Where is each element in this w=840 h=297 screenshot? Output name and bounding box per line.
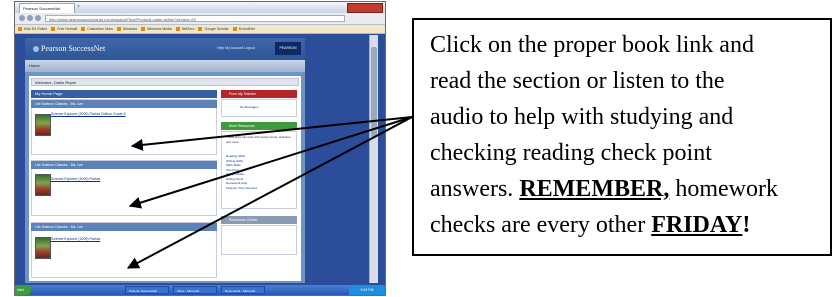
page-scrollbar[interactable] (369, 35, 378, 283)
resources-title: More Resources (221, 122, 297, 130)
taskbar-item[interactable]: Pearson SuccessNet (125, 286, 169, 294)
main-panel: My Home Page Life Science Classes - Ms. … (31, 90, 217, 280)
callout-line: checking reading check point (430, 140, 712, 166)
system-tray-clock: 9:42 PM (349, 285, 385, 295)
bookmark[interactable]: Windows Media (141, 25, 172, 33)
header-links[interactable]: Help My Account Logout (217, 46, 255, 50)
class-title: Life Science Classes - Ms. Lee (31, 161, 217, 169)
menu-home-link[interactable]: Home (29, 63, 40, 68)
instruction-callout: Click on the proper book link and read t… (412, 18, 832, 256)
resource-link[interactable]: Pearson Tutor Services (226, 186, 257, 191)
class-title: Life Science Classes - Ms. Lee (31, 100, 217, 108)
close-tab-icon[interactable]: × (77, 4, 83, 10)
main-panel-title: My Home Page (31, 90, 217, 98)
bookmark[interactable]: Customize Links (81, 25, 113, 33)
friday-emphasis: FRIDAY (651, 212, 743, 238)
forward-icon[interactable] (27, 15, 33, 21)
browser-tab[interactable]: Pearson SuccessNet (19, 3, 75, 13)
successnet-page: Pearson SuccessNet Help My Account Logou… (25, 38, 305, 283)
research-box (221, 225, 297, 255)
back-icon[interactable] (19, 15, 25, 21)
callout-line: Click on the proper book link and (430, 32, 754, 58)
address-bar: http://www.pearsonsuccessnet.com/snpapp/… (15, 13, 385, 25)
callout-text-part: checks are every other (430, 212, 652, 238)
from-teacher-item: No Messages (240, 105, 259, 109)
bookmark[interactable]: NetZero (176, 25, 195, 33)
remember-emphasis: REMEMBER, (519, 176, 670, 202)
book-link[interactable]: Science Explorer (2009) Florida Edition … (51, 112, 126, 116)
welcome-banner: Welcome, Darlin Roper (31, 78, 299, 86)
taskbar-item[interactable]: Inbox - Microsoft (173, 286, 217, 294)
bookmarks-bar: Kids Ed Online Free Hotmail Customize Li… (15, 25, 385, 34)
browser-title-bar: Pearson SuccessNet × (15, 2, 385, 13)
page-content: Welcome, Darlin Roper My Home Page Life … (29, 76, 301, 281)
browser-screenshot: Pearson SuccessNet × http://www.pearsons… (14, 1, 386, 296)
scroll-thumb[interactable] (371, 47, 377, 137)
bookmark[interactable]: Free Hotmail (51, 25, 77, 33)
resources-intro: These links can help with assignments, a… (226, 135, 292, 144)
bookmark[interactable]: Google Scholar (198, 25, 228, 33)
publisher-badge: PEARSON (275, 42, 301, 55)
book-cover-image[interactable] (35, 114, 51, 136)
taskbar-item[interactable]: Document1 - Microsoft (221, 286, 265, 294)
reload-icon[interactable] (35, 15, 41, 21)
logo-icon (33, 46, 39, 53)
url-input[interactable]: http://www.pearsonsuccessnet.com/snpapp/… (45, 15, 345, 22)
book-link[interactable]: Science Explorer (2009) Florida (51, 177, 100, 181)
site-logo[interactable]: Pearson SuccessNet (33, 44, 105, 53)
callout-text-part: answers. (430, 176, 520, 202)
menu-bar: Home (25, 60, 305, 72)
book-cover-image[interactable] (35, 174, 51, 196)
from-teacher-title: From My Teacher (221, 90, 297, 98)
bookmark[interactable]: Kids Ed Online (18, 25, 47, 33)
from-teacher-box: No Messages (221, 99, 297, 117)
research-title: Resources Center (221, 216, 297, 224)
callout-line: read the section or listen to the (430, 68, 725, 94)
book-cover-image[interactable] (35, 237, 51, 259)
resources-box: These links can help with assignments, a… (221, 131, 297, 209)
site-logo-text: Pearson SuccessNet (41, 44, 106, 53)
sidebar: From My Teacher No Messages More Resourc… (221, 90, 297, 280)
callout-line: audio to help with studying and (430, 104, 734, 130)
callout-text-part: homework (669, 176, 778, 202)
bookmark[interactable]: Windows (117, 25, 137, 33)
window-controls[interactable] (347, 3, 383, 13)
callout-text: Click on the proper book link and read t… (430, 27, 820, 243)
site-header: Pearson SuccessNet Help My Account Logou… (25, 38, 305, 60)
exclamation: ! (742, 212, 751, 238)
start-button[interactable]: start (15, 285, 31, 295)
resources-links: Reading Skills Writing Skills Math Skill… (226, 154, 257, 190)
book-link[interactable]: Science Explorer (2009) Florida (51, 237, 100, 241)
class-title: Life Science Classes - Ms. Lee (31, 223, 217, 231)
bookmark[interactable]: SchoolNet (233, 25, 255, 33)
taskbar: start Pearson SuccessNet Inbox - Microso… (15, 285, 385, 295)
